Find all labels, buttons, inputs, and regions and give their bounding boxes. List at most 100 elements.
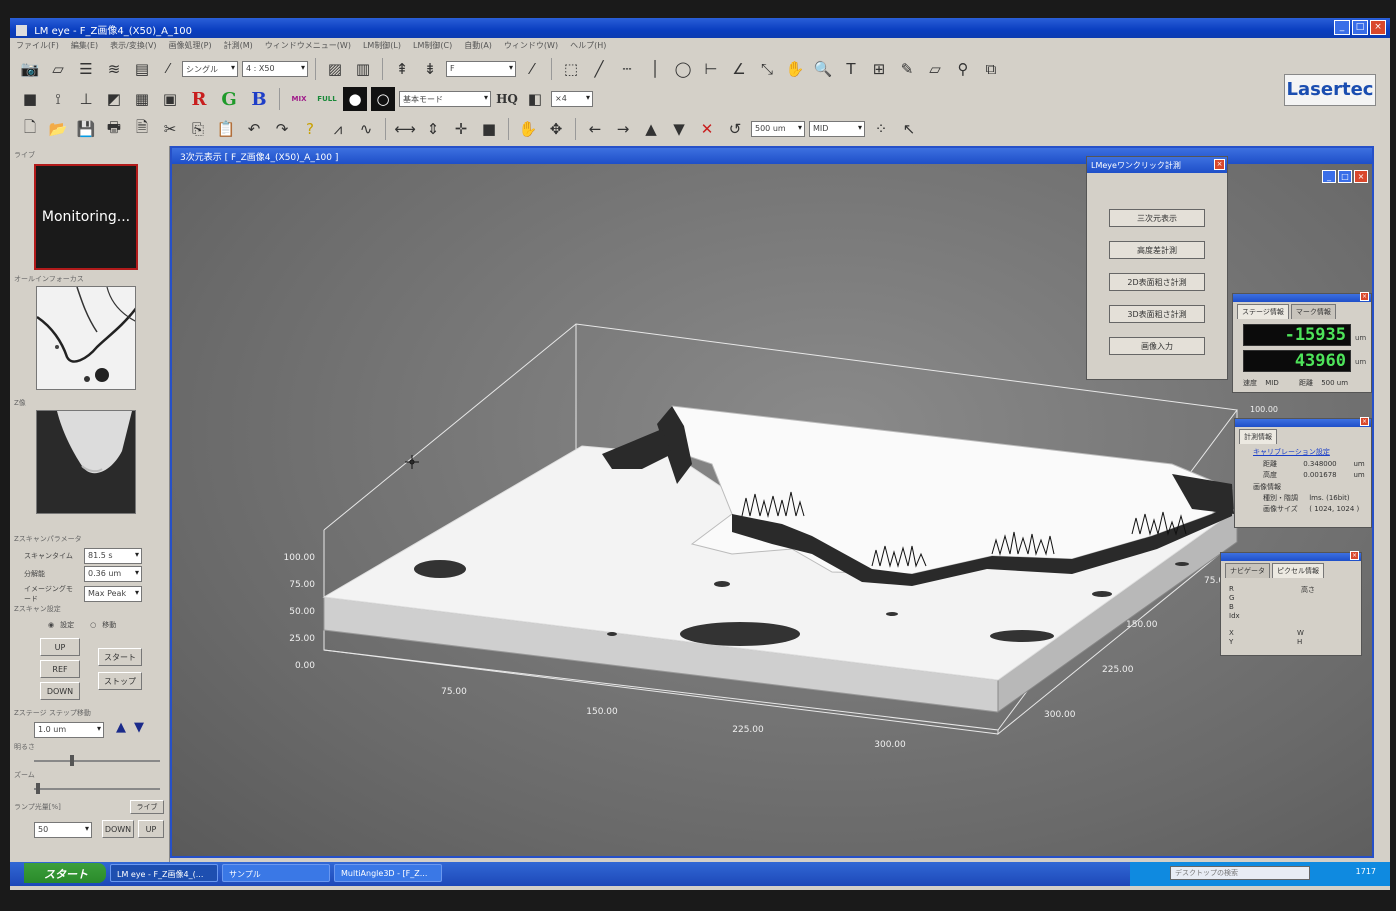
open-folder-icon[interactable]: 📂 xyxy=(46,117,70,141)
z-scan-icon[interactable]: ≋ xyxy=(102,57,126,81)
cut-icon[interactable]: ✂ xyxy=(158,117,182,141)
down-button[interactable]: DOWN xyxy=(40,682,80,700)
tab-measure-info[interactable]: 計測情報 xyxy=(1239,429,1277,444)
task-multiangle3d[interactable]: MultiAngle3D - [F_Z... xyxy=(334,864,442,882)
focus-combo[interactable]: F xyxy=(446,61,516,77)
stage-down-icon[interactable]: ▼ xyxy=(667,117,691,141)
frame-icon[interactable]: ▣ xyxy=(158,87,182,111)
full-button[interactable]: FULL xyxy=(315,87,339,111)
solid-square-icon[interactable]: ■ xyxy=(18,87,42,111)
s-scan-icon[interactable]: ▤ xyxy=(130,57,154,81)
maximize-button[interactable]: □ xyxy=(1352,20,1368,35)
menu-window-menu[interactable]: ウィンドウメニュー(W) xyxy=(265,40,351,52)
hatch-v-icon[interactable]: ▥ xyxy=(351,57,375,81)
grid-icon[interactable]: ▦ xyxy=(130,87,154,111)
ref-button[interactable]: REF xyxy=(40,660,80,678)
image-input-button[interactable]: 画像入力 xyxy=(1109,337,1205,355)
menu-lm-control-l[interactable]: LM制御(L) xyxy=(363,40,401,52)
2d-roughness-button[interactable]: 2D表面粗さ計測 xyxy=(1109,273,1205,291)
lamp-up-button[interactable]: UP xyxy=(138,820,164,838)
resolution-combo[interactable]: 0.36 um xyxy=(84,566,142,582)
rect-select-icon[interactable]: ⬚ xyxy=(559,57,583,81)
red-channel-button[interactable]: R xyxy=(186,89,212,110)
stage-close-button[interactable]: × xyxy=(1360,292,1369,301)
print-preview-icon[interactable]: 🗎 xyxy=(130,117,154,141)
hatch-icon[interactable]: ▨ xyxy=(323,57,347,81)
circle-outline-icon[interactable]: ○ xyxy=(371,87,395,111)
scan-time-combo[interactable]: 81.5 s xyxy=(84,548,142,564)
new-file-icon[interactable]: 🗋 xyxy=(18,117,42,141)
pencil-icon[interactable]: ✎ xyxy=(895,57,919,81)
fz-toggle-icon[interactable]: ⁄ xyxy=(520,57,544,81)
fz-icon[interactable]: ⁄ xyxy=(158,57,178,81)
focus-down-icon[interactable]: ⇟ xyxy=(418,57,442,81)
step-icon[interactable]: ⊥ xyxy=(74,87,98,111)
stop-scan-button[interactable]: ストップ xyxy=(98,672,142,690)
imaging-mode-combo[interactable]: Max Peak xyxy=(84,586,142,602)
circle-filled-icon[interactable]: ● xyxy=(343,87,367,111)
text-icon[interactable]: T xyxy=(839,57,863,81)
measure-close-button[interactable]: × xyxy=(1360,417,1369,426)
move-all-icon[interactable]: ✥ xyxy=(544,117,568,141)
tab-navigator[interactable]: ナビゲータ xyxy=(1225,563,1270,578)
paste-icon[interactable]: 📋 xyxy=(214,117,238,141)
3d-roughness-button[interactable]: 3D表面粗さ計測 xyxy=(1109,305,1205,323)
arrow-left-icon[interactable]: ← xyxy=(583,117,607,141)
task-lm-eye[interactable]: LM eye - F_Z画像4_(... xyxy=(110,864,218,882)
dropper-icon[interactable]: ⚲ xyxy=(951,57,975,81)
camera-icon[interactable]: 📷 xyxy=(18,57,42,81)
cross-cursor-icon[interactable]: ✕ xyxy=(695,117,719,141)
navigator-close-button[interactable]: × xyxy=(1350,551,1359,560)
redo-icon[interactable]: ↷ xyxy=(270,117,294,141)
objective-combo[interactable]: 4 : X50 xyxy=(242,61,308,77)
live-button[interactable]: ライブ xyxy=(130,800,164,814)
oneclick-close-button[interactable]: × xyxy=(1214,159,1225,170)
print-icon[interactable]: 🖶 xyxy=(102,117,126,141)
pointer-icon[interactable]: ↖ xyxy=(897,117,921,141)
blue-channel-button[interactable]: B xyxy=(246,89,272,110)
zigzag-icon[interactable]: ⩘ xyxy=(326,117,350,141)
diagonal-measure-icon[interactable]: ⤡ xyxy=(755,57,779,81)
eraser-icon[interactable]: ▱ xyxy=(923,57,947,81)
brightness-slider-knob[interactable] xyxy=(70,755,74,766)
menu-image-process[interactable]: 画像処理(P) xyxy=(169,40,212,52)
menu-lm-control-c[interactable]: LM制御(C) xyxy=(413,40,452,52)
rf-scan-icon[interactable]: ▱ xyxy=(46,57,70,81)
vertical-line-icon[interactable]: │ xyxy=(643,57,667,81)
select-multi-icon[interactable]: ⧉ xyxy=(979,57,1003,81)
focus-up-icon[interactable]: ⇞ xyxy=(390,57,414,81)
profile-icon[interactable]: ⟟ xyxy=(46,87,70,111)
help-icon[interactable]: ? xyxy=(298,117,322,141)
task-sample-folder[interactable]: サンプル xyxy=(222,864,330,882)
contrast-icon[interactable]: ◧ xyxy=(523,87,547,111)
menu-window[interactable]: ウィンドウ(W) xyxy=(504,40,558,52)
move-cross-icon[interactable]: ✛ xyxy=(449,117,473,141)
ellipse-icon[interactable]: ◯ xyxy=(671,57,695,81)
menu-edit[interactable]: 編集(E) xyxy=(71,40,98,52)
brightness-slider[interactable] xyxy=(34,755,160,766)
tab-mark-info[interactable]: マーク情報 xyxy=(1290,304,1336,319)
scatter-icon[interactable]: ⁘ xyxy=(869,117,893,141)
start-button[interactable]: スタート xyxy=(24,863,106,883)
copy-icon[interactable]: ⎘ xyxy=(186,117,210,141)
height-diff-button[interactable]: 高度差計測 xyxy=(1109,241,1205,259)
calibration-link[interactable]: キャリブレーション設定 xyxy=(1253,447,1330,457)
slope-icon[interactable]: ◩ xyxy=(102,87,126,111)
arrow-right-icon[interactable]: → xyxy=(611,117,635,141)
lamp-combo[interactable]: 50 xyxy=(34,822,92,838)
save-icon[interactable]: 💾 xyxy=(74,117,98,141)
move-vertical-icon[interactable]: ⇕ xyxy=(421,117,445,141)
start-scan-button[interactable]: スタート xyxy=(98,648,142,666)
menu-view[interactable]: 表示/変換(V) xyxy=(110,40,156,52)
move-horizontal-icon[interactable]: ⟷ xyxy=(393,117,417,141)
undo-icon[interactable]: ↶ xyxy=(242,117,266,141)
z-image-thumbnail[interactable] xyxy=(36,410,136,514)
mode-combo[interactable]: シングル xyxy=(182,61,238,77)
step-down-arrow-icon[interactable]: ▼ xyxy=(134,720,144,735)
grab-hand-icon[interactable]: ✋ xyxy=(516,117,540,141)
minimize-button[interactable]: _ xyxy=(1334,20,1350,35)
hq-button[interactable]: HQ xyxy=(495,87,519,111)
menu-help[interactable]: ヘルプ(H) xyxy=(570,40,606,52)
rotate-icon[interactable]: ↺ xyxy=(723,117,747,141)
radio-set-icon[interactable]: ◉ xyxy=(48,621,54,629)
